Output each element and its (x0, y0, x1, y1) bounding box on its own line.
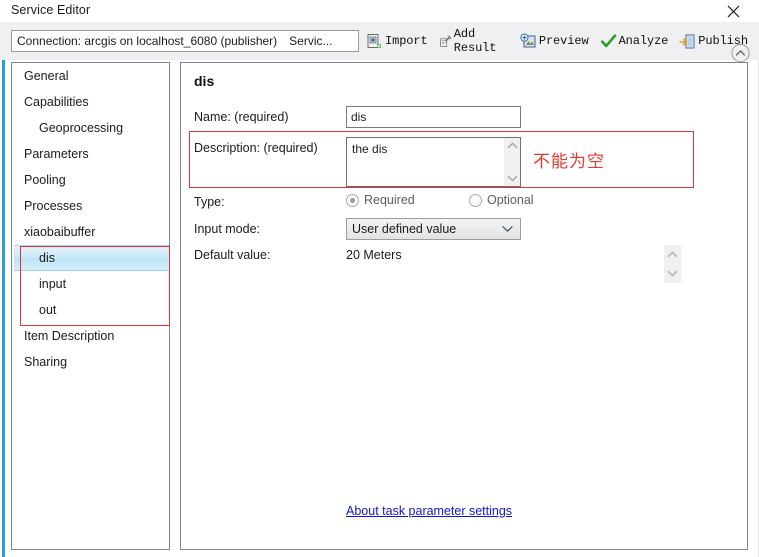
close-button[interactable] (715, 0, 751, 22)
import-label: Import (385, 34, 428, 48)
publish-icon (679, 34, 695, 48)
page-title: dis (194, 73, 215, 89)
description-scrollbar[interactable] (504, 138, 520, 186)
window-title: Service Editor (11, 3, 91, 17)
annotation-note-text: 不能为空 (533, 152, 605, 172)
description-textarea[interactable]: the dis (346, 137, 521, 187)
input-mode-select[interactable]: User defined value (346, 218, 521, 240)
sidebar-item-label: xiaobaibuffer (24, 225, 96, 239)
analyze-check-icon (600, 33, 616, 47)
import-icon (367, 33, 381, 48)
radio-selected-icon (346, 193, 359, 207)
input-mode-label: Input mode: (194, 222, 261, 236)
service-editor-window: Service Editor Connection: arcgis on loc… (0, 0, 759, 557)
type-required-label: Required (364, 193, 415, 207)
analyze-button[interactable]: Analyze (600, 33, 669, 50)
sidebar-item-label: Capabilities (24, 95, 89, 109)
sidebar-item-general[interactable]: General (12, 63, 169, 89)
close-icon (727, 5, 739, 17)
about-task-parameter-settings-link[interactable]: About task parameter settings (346, 504, 512, 518)
toolbar: Connection: arcgis on localhost_6080 (pu… (0, 22, 759, 63)
type-optional-label: Optional (487, 193, 534, 207)
description-label: Description: (required) (194, 141, 318, 155)
collapse-toolbar-button[interactable] (731, 43, 750, 63)
toolbar-actions: Import Add Result Preview Analyze Publis… (366, 27, 759, 55)
sidebar-item-sharing[interactable]: Sharing (12, 349, 169, 375)
type-optional-radio[interactable]: Optional (469, 193, 534, 207)
settings-tree-sidebar[interactable]: General Capabilities Geoprocessing Param… (11, 62, 170, 550)
radio-unselected-icon (469, 193, 482, 207)
window-left-accent-bar (2, 22, 5, 557)
chevron-up-icon[interactable] (667, 250, 678, 259)
add-result-icon (439, 34, 452, 47)
sidebar-item-out[interactable]: out (12, 297, 169, 323)
sidebar-item-capabilities[interactable]: Capabilities (12, 89, 169, 115)
sidebar-item-input[interactable]: input (12, 271, 169, 297)
description-value: the dis (352, 142, 388, 156)
connection-text: Connection: arcgis on localhost_6080 (pu… (17, 34, 278, 48)
sidebar-item-pooling[interactable]: Pooling (12, 167, 169, 193)
preview-icon (520, 33, 536, 47)
preview-label: Preview (538, 34, 589, 48)
title-bar: Service Editor (0, 0, 759, 22)
sidebar-item-label: input (39, 277, 67, 291)
chevron-down-icon (502, 226, 513, 232)
sidebar-item-label: dis (39, 251, 55, 265)
chevron-down-icon[interactable] (667, 269, 678, 278)
name-label: Name: (required) (194, 110, 289, 124)
sidebar-item-label: Processes (24, 199, 83, 213)
sidebar-item-xiaobaibuffer[interactable]: xiaobaibuffer (12, 219, 169, 245)
default-value-label: Default value: (194, 248, 271, 262)
type-label: Type: (194, 195, 225, 209)
sidebar-item-label: Parameters (24, 147, 89, 161)
sidebar-item-geoprocessing[interactable]: Geoprocessing (12, 115, 169, 141)
sidebar-item-label: out (39, 303, 57, 317)
name-input[interactable] (346, 106, 521, 128)
type-required-radio[interactable]: Required (346, 193, 415, 207)
sidebar-item-label: Item Description (24, 329, 115, 343)
sidebar-item-dis[interactable]: dis (14, 245, 169, 271)
analyze-label: Analyze (618, 34, 669, 48)
input-mode-value: User defined value (352, 222, 457, 236)
sidebar-item-label: Sharing (24, 355, 68, 369)
default-value: 20 Meters (346, 248, 402, 262)
sidebar-item-item-description[interactable]: Item Description (12, 323, 169, 349)
sidebar-item-processes[interactable]: Processes (12, 193, 169, 219)
chevron-up-icon[interactable] (507, 141, 518, 150)
import-button[interactable]: Import (366, 33, 428, 50)
add-result-button[interactable]: Add Result (439, 27, 509, 55)
connection-suffix: Servic... (289, 34, 333, 48)
preview-button[interactable]: Preview (520, 33, 589, 50)
sidebar-item-label: Geoprocessing (39, 121, 124, 135)
sidebar-item-label: Pooling (24, 173, 66, 187)
add-result-label: Add Result (453, 27, 497, 55)
chevron-up-circle-icon (731, 43, 750, 63)
parameter-settings-panel: dis Name: (required) Description: (requi… (180, 62, 748, 550)
chevron-down-icon[interactable] (507, 174, 518, 183)
sidebar-item-parameters[interactable]: Parameters (12, 141, 169, 167)
default-value-spinner[interactable] (664, 245, 681, 283)
sidebar-item-label: General (24, 69, 69, 83)
connection-field[interactable]: Connection: arcgis on localhost_6080 (pu… (11, 30, 359, 52)
